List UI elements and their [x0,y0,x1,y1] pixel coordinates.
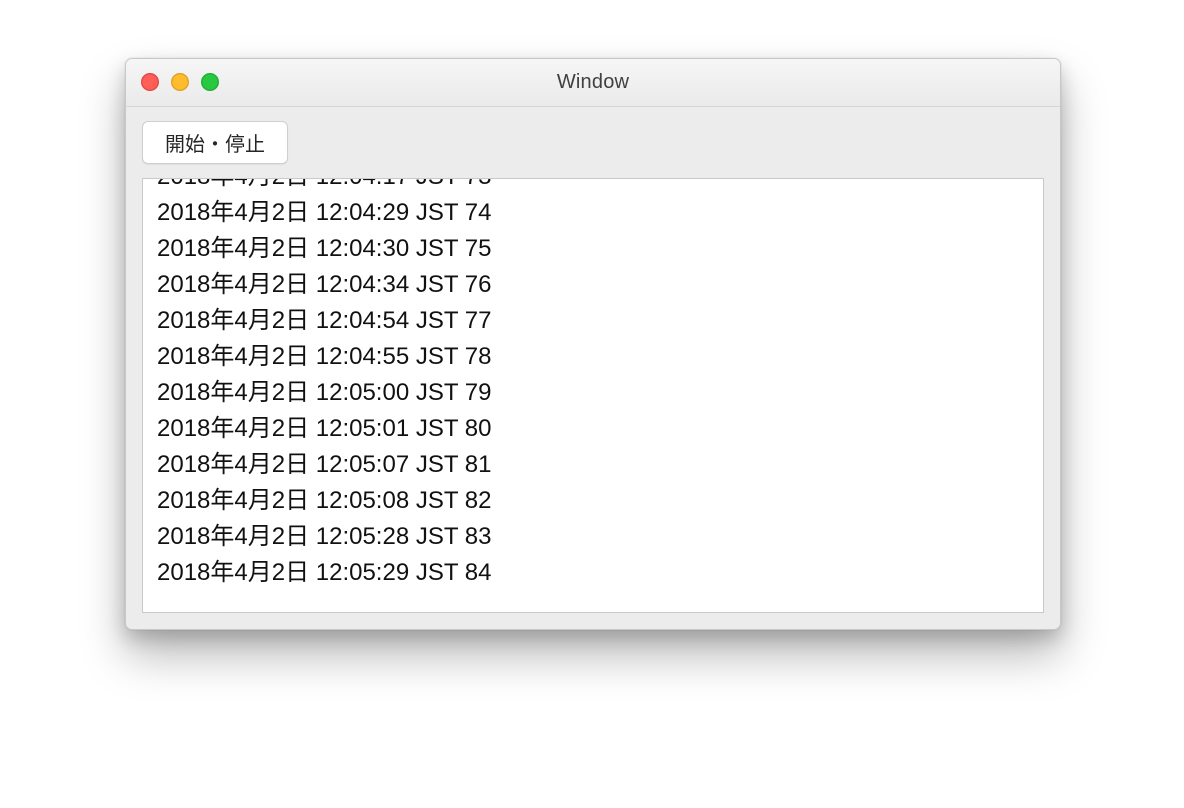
app-window: Window 開始・停止 2018年4月2日 12:04:17 JST 7320… [125,58,1061,630]
log-row: 2018年4月2日 12:04:17 JST 73 [157,178,1029,195]
log-row: 2018年4月2日 12:04:34 JST 76 [157,267,1029,303]
log-row: 2018年4月2日 12:04:55 JST 78 [157,339,1029,375]
log-row: 2018年4月2日 12:05:08 JST 82 [157,483,1029,519]
log-row: 2018年4月2日 12:04:30 JST 75 [157,231,1029,267]
log-row: 2018年4月2日 12:05:01 JST 80 [157,411,1029,447]
titlebar[interactable]: Window [126,59,1060,107]
minimize-icon[interactable] [171,73,189,91]
toolbar: 開始・停止 [126,107,1060,174]
window-title: Window [557,71,629,94]
log-row: 2018年4月2日 12:05:07 JST 81 [157,447,1029,483]
close-icon[interactable] [141,73,159,91]
log-row: 2018年4月2日 12:05:00 JST 79 [157,375,1029,411]
start-stop-button[interactable]: 開始・停止 [142,121,288,164]
traffic-lights [141,73,219,91]
log-row: 2018年4月2日 12:04:54 JST 77 [157,303,1029,339]
zoom-icon[interactable] [201,73,219,91]
log-row: 2018年4月2日 12:05:28 JST 83 [157,519,1029,555]
log-row: 2018年4月2日 12:04:29 JST 74 [157,195,1029,231]
log-row: 2018年4月2日 12:05:29 JST 84 [157,555,1029,591]
log-textview[interactable]: 2018年4月2日 12:04:17 JST 732018年4月2日 12:04… [142,178,1044,613]
